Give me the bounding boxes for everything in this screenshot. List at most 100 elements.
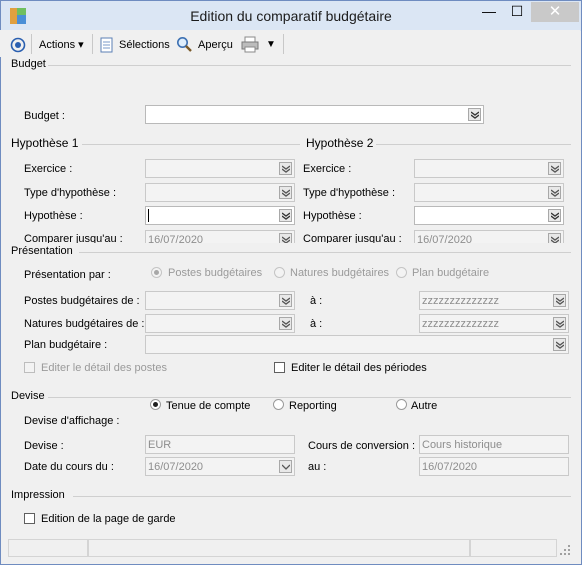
natures-to-select[interactable]: zzzzzzzzzzzzzz: [419, 314, 569, 333]
section-divider: [376, 144, 571, 145]
page-garde-checkbox[interactable]: [24, 513, 35, 524]
hyp2-compare-date[interactable]: 16/07/2020: [414, 230, 564, 243]
minimize-button[interactable]: —: [475, 2, 503, 22]
hyp1-exercice-label: Exercice :: [24, 163, 73, 175]
chevron-down-icon[interactable]: [553, 294, 566, 307]
budget-section-title: Budget: [11, 58, 46, 70]
detail-periodes-checkbox[interactable]: [274, 362, 285, 373]
chevron-down-icon[interactable]: [279, 294, 292, 307]
radio-plan[interactable]: [396, 267, 407, 278]
resize-grip-icon[interactable]: [560, 545, 570, 558]
radio-tenue[interactable]: [150, 399, 161, 410]
preview-button[interactable]: Aperçu: [198, 37, 233, 53]
cours-field[interactable]: Cours historique: [419, 435, 569, 454]
section-divider: [73, 496, 571, 497]
hyp2-compare-value: 16/07/2020: [417, 234, 473, 243]
au-value: 16/07/2020: [422, 461, 478, 473]
devise-field[interactable]: EUR: [145, 435, 295, 454]
hyp2-hyp-select[interactable]: [414, 206, 564, 225]
actions-menu-button[interactable]: Actions ▾: [39, 37, 84, 53]
au-label: au :: [308, 461, 327, 473]
status-panel: [470, 539, 557, 557]
print-dropdown-arrow[interactable]: ▼: [266, 37, 276, 53]
chevron-down-icon[interactable]: [279, 162, 292, 175]
natures-from-label: Natures budgétaires de :: [24, 318, 145, 330]
cours-label: Cours de conversion :: [308, 440, 415, 452]
hyp1-compare-date[interactable]: 16/07/2020: [145, 230, 295, 243]
natures-to-value: zzzzzzzzzzzzzz: [422, 318, 499, 330]
radio-plan-label: Plan budgétaire: [412, 267, 490, 279]
hyp2-compare-label: Comparer jusqu'au :: [303, 233, 402, 243]
presentation-section-title: Présentation: [11, 245, 73, 257]
radio-natures-label: Natures budgétaires: [290, 267, 390, 279]
postes-to-select[interactable]: zzzzzzzzzzzzzz: [419, 291, 569, 310]
plan-select[interactable]: [145, 335, 569, 354]
cours-value: Cours historique: [422, 439, 503, 451]
radio-natures[interactable]: [274, 267, 285, 278]
chevron-down-icon[interactable]: [548, 233, 561, 243]
section-divider: [82, 144, 300, 145]
au-field[interactable]: 16/07/2020: [419, 457, 569, 476]
postes-to-value: zzzzzzzzzzzzzz: [422, 295, 499, 307]
status-panel: [8, 539, 88, 557]
date-cours-field[interactable]: 16/07/2020: [145, 457, 295, 476]
chevron-down-icon[interactable]: [279, 317, 292, 330]
printer-icon[interactable]: [241, 36, 259, 56]
chevron-down-icon[interactable]: [468, 108, 481, 121]
hyp2-hyp-label: Hypothèse :: [303, 210, 362, 222]
chevron-down-icon[interactable]: [548, 186, 561, 199]
chevron-down-icon[interactable]: [279, 209, 292, 222]
chevron-down-icon[interactable]: [553, 338, 566, 351]
date-cours-value: 16/07/2020: [148, 461, 204, 473]
chevron-down-icon[interactable]: [279, 186, 292, 199]
chevron-down-icon[interactable]: [279, 233, 292, 243]
radio-tenue-label: Tenue de compte: [166, 400, 251, 412]
hyp-compare-row-clip: Comparer jusqu'au : 16/07/2020 Comparer …: [0, 229, 580, 243]
hyp2-type-select[interactable]: [414, 183, 564, 202]
toolbar-separator: [283, 34, 284, 54]
hyp1-type-label: Type d'hypothèse :: [24, 187, 116, 199]
radio-postes[interactable]: [151, 267, 162, 278]
devise-value: EUR: [148, 439, 172, 451]
devise-section-title: Devise: [11, 390, 45, 402]
hyp1-compare-label: Comparer jusqu'au :: [24, 233, 123, 243]
hyp1-compare-value: 16/07/2020: [148, 234, 204, 243]
text-cursor: [148, 209, 149, 222]
hyp1-type-select[interactable]: [145, 183, 295, 202]
radio-autre[interactable]: [396, 399, 407, 410]
hyp2-exercice-select[interactable]: [414, 159, 564, 178]
selections-button[interactable]: Sélections: [119, 37, 170, 53]
page-garde-label: Edition de la page de garde: [41, 513, 176, 525]
detail-periodes-label: Editer le détail des périodes: [291, 362, 427, 374]
dialog-window: Edition du comparatif budgétaire — ☐ ✕: [0, 0, 582, 565]
section-divider: [48, 65, 571, 66]
radio-reporting-label: Reporting: [289, 400, 337, 412]
budget-select[interactable]: [145, 105, 484, 124]
radio-reporting[interactable]: [273, 399, 284, 410]
close-button[interactable]: ✕: [531, 2, 579, 22]
hyp1-exercice-select[interactable]: [145, 159, 295, 178]
impression-section-title: Impression: [11, 489, 65, 501]
actions-label: Actions: [39, 39, 76, 51]
chevron-down-icon[interactable]: [279, 460, 292, 473]
hyp1-hyp-select[interactable]: [145, 206, 295, 225]
radio-autre-label: Autre: [411, 400, 438, 412]
postes-to-label: à :: [310, 295, 323, 307]
chevron-down-icon[interactable]: [553, 317, 566, 330]
section-divider: [79, 252, 571, 253]
chevron-down-icon[interactable]: [548, 162, 561, 175]
natures-to-label: à :: [310, 318, 323, 330]
natures-from-select[interactable]: [145, 314, 295, 333]
hyp1-section-title: Hypothèse 1: [11, 136, 79, 150]
presentation-par-label: Présentation par :: [24, 269, 111, 281]
chevron-down-icon[interactable]: [548, 209, 561, 222]
target-icon[interactable]: [10, 37, 26, 56]
magnifier-icon: [176, 36, 193, 56]
detail-postes-label: Editer le détail des postes: [41, 362, 167, 374]
hyp2-section-title: Hypothèse 2: [306, 136, 374, 150]
document-icon: [100, 37, 114, 56]
maximize-button[interactable]: ☐: [503, 2, 531, 22]
radio-postes-label: Postes budgétaires: [168, 267, 263, 279]
postes-from-select[interactable]: [145, 291, 295, 310]
detail-postes-checkbox[interactable]: [24, 362, 35, 373]
